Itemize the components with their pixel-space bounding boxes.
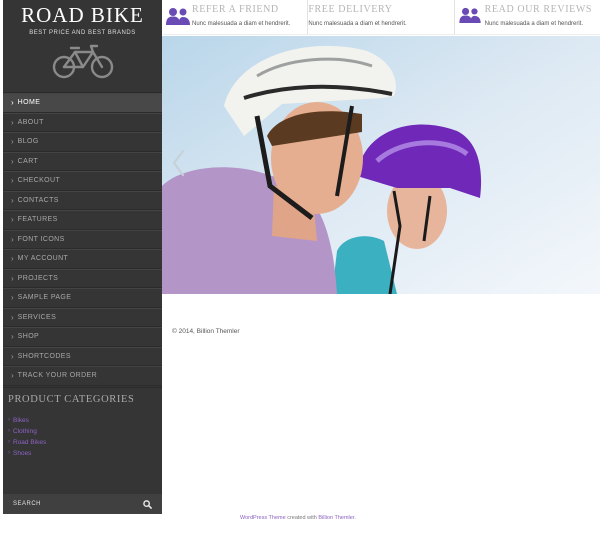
category-label: Road Bikes: [13, 438, 47, 446]
chevron-right-icon: ›: [11, 195, 14, 205]
chevron-right-icon: ›: [11, 371, 14, 381]
menu-item-label: PROJECTS: [17, 274, 59, 282]
feature-title: REFER A FRIEND: [192, 4, 279, 15]
menu-item-track-order[interactable]: › TRACK YOUR ORDER: [3, 366, 162, 386]
users-icon: [458, 7, 481, 23]
menu-item-label: SERVICES: [17, 313, 57, 321]
hero-image-cyclists: [162, 36, 600, 294]
footer-link-billion-themler[interactable]: Billion Themler.: [318, 515, 356, 521]
menu-item-label: ABOUT: [17, 118, 44, 126]
menu-item-home[interactable]: › HOME: [3, 93, 162, 113]
menu-item-checkout[interactable]: › CHECKOUT: [3, 171, 162, 191]
main-menu: › HOME › ABOUT › BLOG › CART › CHECKOUT …: [3, 92, 162, 386]
chevron-right-icon: ›: [11, 98, 14, 108]
site-footer: WordPress Theme created with Billion The…: [240, 515, 356, 521]
menu-item-label: CHECKOUT: [17, 177, 61, 185]
footer-link-wordpress-theme[interactable]: WordPress Theme: [240, 515, 286, 521]
bicycle-icon: [52, 44, 113, 79]
chevron-right-icon: ›: [8, 428, 10, 434]
chevron-right-icon: ›: [8, 439, 10, 445]
chevron-right-icon: ›: [11, 254, 14, 264]
category-label: Clothing: [13, 427, 37, 435]
chevron-left-icon[interactable]: [171, 149, 185, 177]
hero-slider[interactable]: [162, 36, 600, 294]
users-icon: [166, 8, 190, 25]
menu-item-label: CART: [17, 157, 39, 165]
copyright-text: © 2014, Billion Themler: [172, 328, 240, 335]
menu-item-shop[interactable]: › SHOP: [3, 327, 162, 347]
chevron-right-icon: ›: [11, 117, 14, 127]
menu-item-label: HOME: [17, 99, 41, 107]
category-label: Bikes: [13, 416, 29, 424]
menu-item-about[interactable]: › ABOUT: [3, 112, 162, 132]
chevron-right-icon: ›: [8, 450, 10, 456]
feature-free-delivery: FREE DELIVERY Nunc malesuada a diam et h…: [308, 0, 455, 35]
chevron-right-icon: ›: [11, 293, 14, 303]
feature-strip: REFER A FRIEND Nunc malesuada a diam et …: [162, 0, 600, 35]
menu-item-label: MY ACCOUNT: [17, 255, 69, 263]
menu-item-contacts[interactable]: › CONTACTS: [3, 190, 162, 210]
categories-title: PRODUCT CATEGORIES: [8, 393, 135, 405]
footer-text: created with: [287, 515, 317, 521]
menu-item-label: SHORTCODES: [17, 352, 71, 360]
menu-item-cart[interactable]: › CART: [3, 151, 162, 171]
feature-read-reviews: READ OUR REVIEWS Nunc malesuada a diam e…: [454, 0, 600, 35]
search-icon[interactable]: [143, 499, 152, 509]
menu-item-shortcodes[interactable]: › SHORTCODES: [3, 346, 162, 366]
category-link-road-bikes[interactable]: › Road Bikes: [8, 437, 157, 448]
feature-title: READ OUR REVIEWS: [484, 4, 593, 15]
category-link-bikes[interactable]: › Bikes: [8, 415, 157, 426]
search-bar[interactable]: SEARCH: [3, 494, 162, 514]
brand: ROAD BIKE BEST PRICE AND BEST BRANDS: [3, 0, 162, 92]
site-title[interactable]: ROAD BIKE: [3, 0, 162, 28]
chevron-right-icon: ›: [11, 156, 14, 166]
menu-item-label: FEATURES: [17, 216, 58, 224]
sidebar: ROAD BIKE BEST PRICE AND BEST BRANDS › H…: [3, 0, 162, 514]
feature-desc: Nunc malesuada a diam et hendrerit.: [484, 21, 584, 27]
chevron-right-icon: ›: [11, 273, 14, 283]
chevron-right-icon: ›: [11, 137, 14, 147]
search-label[interactable]: SEARCH: [13, 501, 41, 507]
menu-item-label: SHOP: [17, 333, 40, 341]
chevron-right-icon: ›: [11, 332, 14, 342]
feature-refer-friend: REFER A FRIEND Nunc malesuada a diam et …: [162, 0, 309, 35]
chevron-right-icon: ›: [8, 417, 10, 423]
feature-title: FREE DELIVERY: [308, 4, 393, 15]
category-link-clothing[interactable]: › Clothing: [8, 426, 157, 437]
menu-item-label: FONT ICONS: [17, 235, 65, 243]
chevron-right-icon: ›: [11, 351, 14, 361]
menu-item-label: TRACK YOUR ORDER: [17, 372, 98, 380]
feature-desc: Nunc malesuada a diam et hendrerit.: [308, 21, 407, 27]
site-tagline: BEST PRICE AND BEST BRANDS: [29, 30, 136, 36]
chevron-right-icon: ›: [11, 215, 14, 225]
menu-item-sample-page[interactable]: › SAMPLE PAGE: [3, 288, 162, 308]
menu-item-projects[interactable]: › PROJECTS: [3, 268, 162, 288]
menu-item-font-icons[interactable]: › FONT ICONS: [3, 229, 162, 249]
category-link-shoes[interactable]: › Shoes: [8, 448, 157, 459]
chevron-right-icon: ›: [11, 312, 14, 322]
menu-item-my-account[interactable]: › MY ACCOUNT: [3, 249, 162, 269]
chevron-right-icon: ›: [11, 176, 14, 186]
category-label: Shoes: [13, 449, 32, 457]
menu-item-services[interactable]: › SERVICES: [3, 307, 162, 327]
chevron-right-icon: ›: [11, 234, 14, 244]
menu-item-label: SAMPLE PAGE: [17, 294, 72, 302]
menu-item-blog[interactable]: › BLOG: [3, 132, 162, 152]
product-categories: PRODUCT CATEGORIES › Bikes › Clothing › …: [3, 386, 162, 459]
feature-desc: Nunc malesuada a diam et hendrerit.: [192, 21, 291, 27]
menu-item-features[interactable]: › FEATURES: [3, 210, 162, 230]
menu-item-label: CONTACTS: [17, 196, 59, 204]
menu-item-label: BLOG: [17, 138, 39, 146]
